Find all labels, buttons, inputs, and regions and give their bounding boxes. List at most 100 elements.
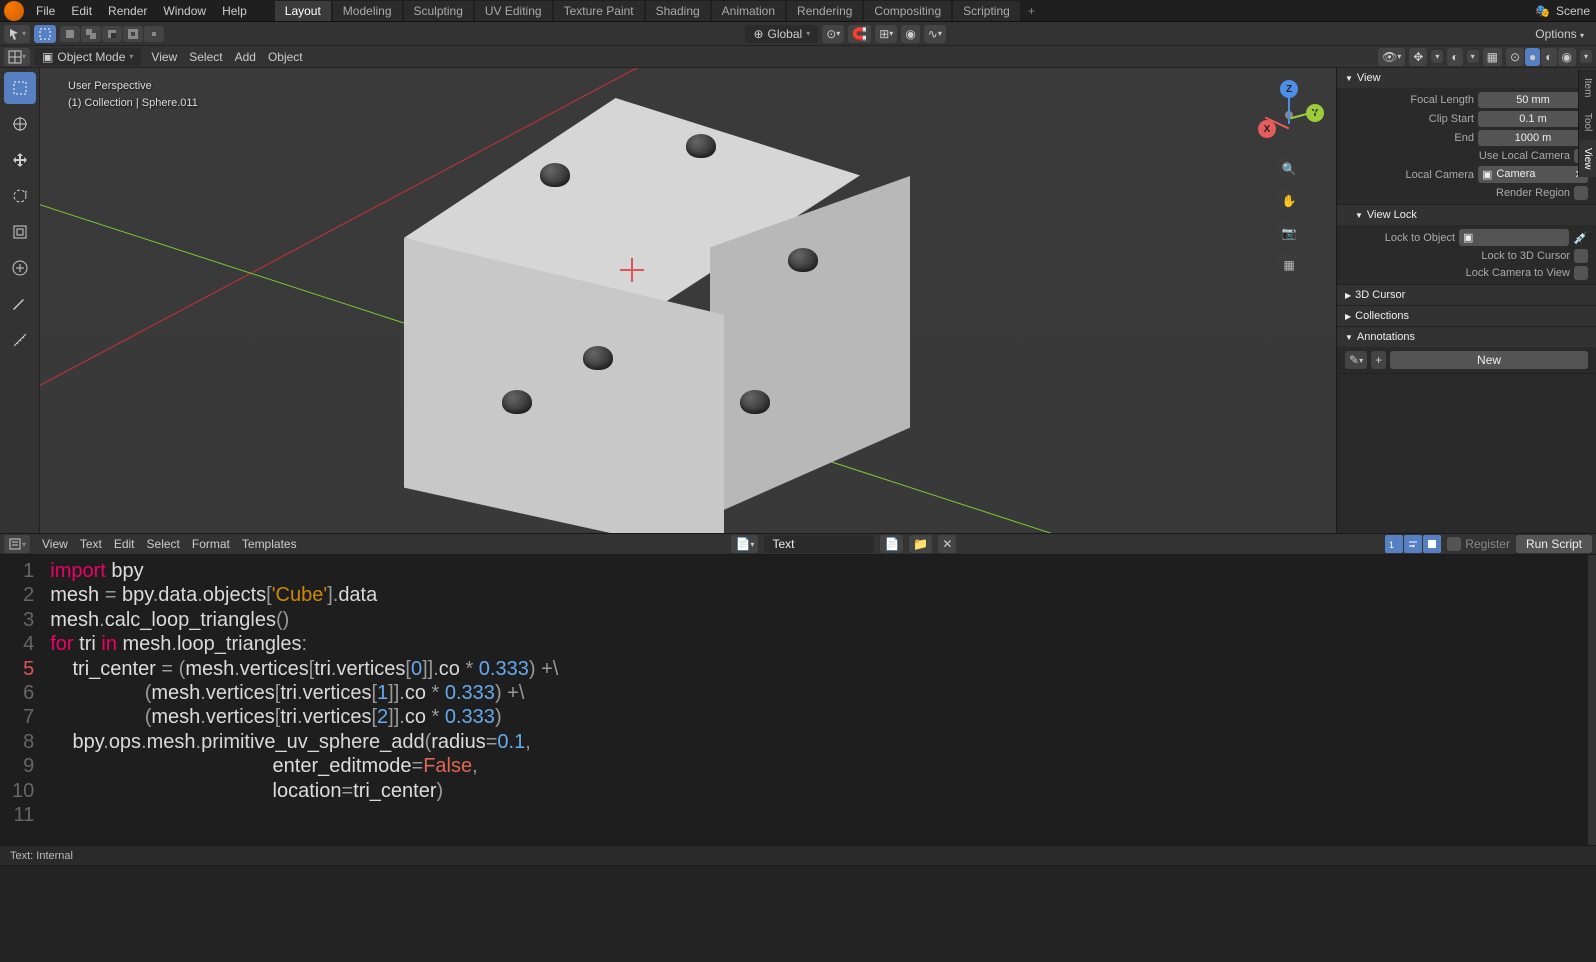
annotation-new-button[interactable]: New [1390,351,1588,369]
tool-transform[interactable] [4,252,36,284]
add-workspace-button[interactable]: + [1020,1,1043,21]
sphere-object[interactable] [583,346,613,370]
text-menu-format[interactable]: Format [186,537,236,551]
sphere-object[interactable] [540,163,570,187]
camera-view-button[interactable]: 📷 [1276,220,1302,246]
text-name-field[interactable]: Text [764,535,874,553]
focal-length-field[interactable]: 50 mm [1478,92,1588,108]
text-menu-select[interactable]: Select [141,537,186,551]
shading-rendered[interactable]: ◉ [1558,48,1576,66]
view-lock-panel-header[interactable]: ▼View Lock [1337,205,1596,225]
annotation-add-button[interactable]: + [1371,351,1386,369]
perspective-toggle-button[interactable]: ▦ [1276,252,1302,278]
workspace-tab-texture-paint[interactable]: Texture Paint [554,1,644,21]
view-object-types-dropdown[interactable]: 👁▾ [1378,48,1405,66]
select-box-button[interactable] [34,25,56,43]
n-panel-tab-item[interactable]: Item [1578,70,1596,105]
viewport-menu-view[interactable]: View [145,50,183,64]
cursor-tool-dropdown[interactable]: ▾ [4,25,30,43]
sphere-object[interactable] [788,248,818,272]
tool-select-box[interactable] [4,72,36,104]
tool-cursor[interactable] [4,108,36,140]
gizmo-dropdown[interactable]: ▾ [1431,50,1443,63]
workspace-tab-shading[interactable]: Shading [646,1,710,21]
workspace-tab-scripting[interactable]: Scripting [953,1,1020,21]
overlays-toggle[interactable]: ◐ [1447,48,1462,66]
code-content[interactable]: import bpymesh = bpy.data.objects['Cube'… [42,555,566,845]
viewport-menu-select[interactable]: Select [183,50,228,64]
select-mode-invert[interactable] [123,26,143,42]
menu-render[interactable]: Render [100,1,155,21]
syntax-highlight-toggle[interactable] [1423,535,1441,553]
viewport-menu-add[interactable]: Add [229,50,262,64]
text-unlink-button[interactable]: ✕ [938,535,956,553]
clip-start-field[interactable]: 0.1 m [1478,111,1588,127]
workspace-tab-sculpting[interactable]: Sculpting [404,1,473,21]
register-checkbox[interactable] [1447,537,1461,551]
text-menu-view[interactable]: View [36,537,74,551]
n-panel-tab-view[interactable]: View [1578,140,1596,178]
select-mode-set[interactable] [60,26,80,42]
pan-button[interactable]: ✋ [1276,188,1302,214]
run-script-button[interactable]: Run Script [1516,535,1592,553]
gizmo-toggle[interactable]: ✥ [1409,48,1427,66]
tool-move[interactable] [4,144,36,176]
annotation-data-dropdown[interactable]: ✎▾ [1345,351,1367,369]
mode-dropdown[interactable]: ▣ Object Mode ▾ [34,48,141,66]
tool-scale[interactable] [4,216,36,248]
text-new-button[interactable]: 📄 [880,535,903,553]
sphere-object[interactable] [686,134,716,158]
scene-selector[interactable]: 🎭 Scene [1535,4,1596,18]
workspace-tab-compositing[interactable]: Compositing [864,1,951,21]
collections-panel-header[interactable]: ▶Collections [1337,306,1596,326]
text-editor-type-dropdown[interactable]: ▾ [4,535,30,553]
eyedropper-icon[interactable]: 💉 [1573,231,1588,245]
text-menu-text[interactable]: Text [74,537,108,551]
shading-dropdown[interactable]: ▾ [1580,50,1592,63]
text-menu-templates[interactable]: Templates [236,537,303,551]
pivot-dropdown[interactable]: ⊙▾ [822,25,844,43]
tool-annotate[interactable] [4,288,36,320]
lock-to-object-field[interactable]: ▣ [1459,229,1569,246]
shading-material[interactable]: ◐ [1541,48,1556,66]
select-mode-extend[interactable] [81,26,101,42]
local-camera-field[interactable]: ▣Camera✕ [1478,166,1588,183]
tool-options-dropdown[interactable]: Options ▾ [1527,27,1592,41]
tool-rotate[interactable] [4,180,36,212]
tool-measure[interactable] [4,324,36,356]
word-wrap-toggle[interactable] [1404,535,1422,553]
workspace-tab-uv-editing[interactable]: UV Editing [475,1,552,21]
line-numbers-toggle[interactable]: 1 [1385,535,1403,553]
3d-viewport[interactable]: User Perspective (1) Collection | Sphere… [40,68,1336,533]
3d-cursor-panel-header[interactable]: ▶3D Cursor [1337,285,1596,305]
workspace-tab-layout[interactable]: Layout [275,1,331,21]
text-browse-dropdown[interactable]: 📄▾ [731,535,758,553]
menu-edit[interactable]: Edit [63,1,100,21]
select-mode-intersect[interactable] [144,26,164,42]
proportional-dropdown[interactable]: ∿▾ [924,25,946,43]
workspace-tab-modeling[interactable]: Modeling [333,1,402,21]
render-region-checkbox[interactable] [1574,186,1588,200]
menu-help[interactable]: Help [214,1,255,21]
lock-3d-cursor-checkbox[interactable] [1574,249,1588,263]
clip-end-field[interactable]: 1000 m [1478,130,1588,146]
shading-wireframe[interactable]: ⊙ [1506,48,1524,66]
annotations-panel-header[interactable]: ▼Annotations [1337,327,1596,347]
shading-solid[interactable]: ● [1525,48,1540,66]
xray-toggle[interactable]: ▦ [1483,48,1502,66]
menu-window[interactable]: Window [155,1,214,21]
editor-type-dropdown[interactable]: ▾ [4,48,30,66]
navigation-gizmo[interactable]: Z Y X [1254,80,1324,150]
snap-dropdown[interactable]: ⊞▾ [875,25,897,43]
text-menu-edit[interactable]: Edit [108,537,141,551]
text-editor[interactable]: 1234567891011 import bpymesh = bpy.data.… [0,555,1596,845]
proportional-toggle[interactable]: ◉ [901,25,919,43]
zoom-button[interactable]: 🔍 [1276,156,1302,182]
n-panel-tab-tool[interactable]: Tool [1578,105,1596,139]
menu-file[interactable]: File [28,1,63,21]
sphere-object[interactable] [502,390,532,414]
view-panel-header[interactable]: ▼View [1337,68,1596,88]
sphere-object[interactable] [740,390,770,414]
overlays-dropdown[interactable]: ▾ [1467,50,1479,63]
snap-toggle[interactable]: 🧲 [848,25,871,43]
